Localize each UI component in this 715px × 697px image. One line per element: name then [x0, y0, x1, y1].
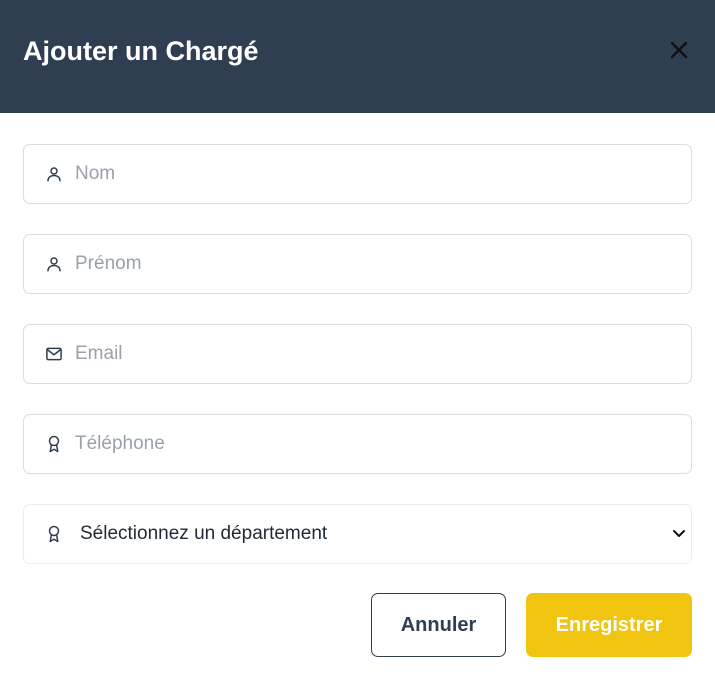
email-input[interactable] — [75, 334, 635, 374]
save-button[interactable]: Enregistrer — [526, 593, 692, 657]
nom-field[interactable] — [23, 144, 692, 204]
award-icon — [44, 434, 64, 454]
modal-header: Ajouter un Chargé — [0, 0, 715, 113]
telephone-input[interactable] — [75, 424, 635, 464]
close-button[interactable] — [667, 40, 691, 64]
nom-input[interactable] — [75, 154, 635, 194]
telephone-field[interactable] — [23, 414, 692, 474]
award-icon — [44, 524, 64, 544]
modal-title: Ajouter un Chargé — [23, 36, 259, 66]
departement-selected-value: Sélectionnez un département — [80, 523, 328, 544]
close-icon — [670, 41, 688, 64]
mail-icon — [44, 344, 64, 364]
prenom-field[interactable] — [23, 234, 692, 294]
chevron-down-icon — [671, 526, 687, 542]
email-field[interactable] — [23, 324, 692, 384]
cancel-button[interactable]: Annuler — [371, 593, 506, 657]
user-icon — [44, 254, 64, 274]
departement-select[interactable]: Sélectionnez un département — [23, 504, 692, 564]
add-charge-modal: Ajouter un Chargé Nom Prénom Email Télép… — [0, 0, 715, 697]
prenom-input[interactable] — [75, 244, 635, 284]
user-icon — [44, 164, 64, 184]
